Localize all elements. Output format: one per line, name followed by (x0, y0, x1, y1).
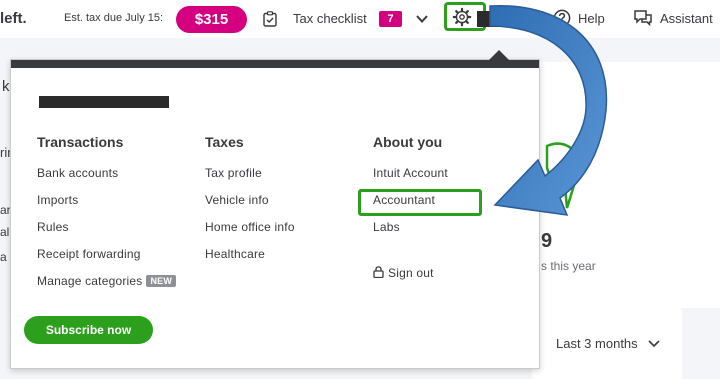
annotation-arrow (489, 5, 608, 216)
